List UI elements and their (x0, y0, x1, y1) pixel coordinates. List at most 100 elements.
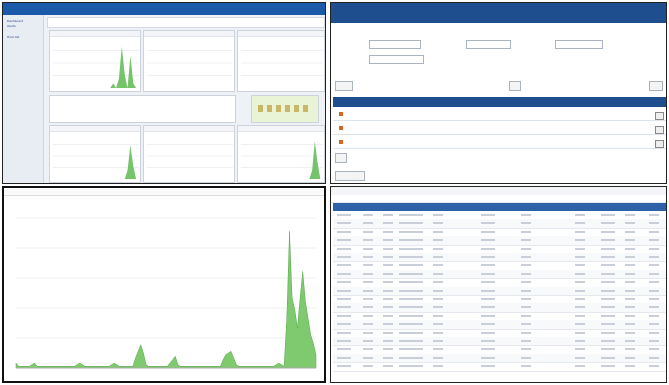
grid-cell (413, 230, 423, 233)
dashboard-chart-panel (49, 125, 141, 183)
table-row[interactable] (333, 137, 666, 149)
grid-cell (649, 222, 659, 225)
grid-cell (481, 323, 495, 326)
filter-input-2[interactable] (466, 40, 511, 49)
mini-area-series (241, 141, 323, 179)
grid-cell (521, 306, 531, 309)
grid-cell (337, 306, 351, 309)
status-tile[interactable] (267, 105, 272, 112)
dashboard-chart-panel (237, 30, 325, 92)
add-button[interactable] (509, 81, 521, 91)
status-tile[interactable] (258, 105, 263, 112)
grid-cell (649, 306, 659, 309)
row-type-icon (339, 126, 343, 130)
grid-row[interactable] (333, 362, 666, 372)
sidebar-item[interactable]: Alerts (7, 24, 16, 28)
grid-cell (337, 239, 351, 242)
grid-cell (649, 365, 659, 368)
grid-cell (363, 281, 373, 284)
grid-cell (433, 272, 443, 275)
bottom-button[interactable] (335, 171, 365, 181)
filter-select-2[interactable] (555, 40, 603, 49)
grid-cell (649, 356, 659, 359)
grid-cell (481, 340, 495, 342)
grid-cell (399, 331, 413, 334)
grid-cell (383, 331, 393, 334)
log-window (330, 186, 667, 383)
grid-cell (649, 272, 659, 275)
pager-prev[interactable] (335, 153, 347, 163)
grid-cell (363, 331, 373, 334)
edit-icon[interactable] (655, 140, 664, 148)
grid-cell (399, 272, 413, 275)
grid-cell (337, 289, 351, 292)
edit-icon[interactable] (655, 126, 664, 134)
grid-cell (363, 356, 373, 359)
grid-cell (521, 272, 531, 275)
traffic-area-chart (15, 217, 317, 369)
grid-cell (521, 340, 531, 342)
query-button[interactable] (335, 81, 353, 91)
grid-cell (383, 230, 393, 233)
grid-cell (601, 331, 615, 334)
status-tile[interactable] (303, 105, 308, 112)
table-row[interactable] (333, 109, 666, 121)
grid-cell (399, 306, 413, 309)
grid-cell (399, 222, 413, 225)
grid-cell (363, 365, 373, 368)
grid-cell (337, 365, 351, 368)
grid-cell (625, 298, 635, 300)
sidebar-item[interactable]: Dashboard (7, 19, 23, 23)
grid-cell (433, 340, 443, 342)
sidebar-item[interactable]: Host list (7, 35, 19, 39)
edit-icon[interactable] (655, 112, 664, 120)
grid-cell (521, 314, 531, 317)
grid-cell (363, 348, 373, 351)
grid-cell (337, 214, 351, 216)
grid-cell (521, 348, 531, 351)
row-type-icon (339, 112, 343, 116)
dashboard-chart-panel (143, 125, 235, 183)
grid-cell (363, 306, 373, 309)
grid-cell (363, 230, 373, 233)
grid-cell (383, 281, 393, 284)
grid-cell (433, 281, 443, 284)
status-tile[interactable] (285, 105, 290, 112)
grid-cell (649, 239, 659, 242)
grid-cell (413, 239, 423, 242)
grid-cell (601, 314, 615, 317)
grid-cell (575, 298, 585, 300)
status-tile[interactable] (294, 105, 299, 112)
grid-cell (433, 264, 443, 267)
grid-cell (575, 314, 585, 317)
grid-cell (399, 247, 413, 250)
grid-cell (383, 256, 393, 258)
grid-cell (481, 239, 495, 242)
grid-cell (383, 348, 393, 351)
grid-cell (575, 222, 585, 225)
grid-cell (433, 289, 443, 292)
grid-cell (649, 281, 659, 284)
grid-cell (601, 340, 615, 342)
filter-input-3[interactable] (369, 55, 424, 64)
grid-cell (337, 281, 351, 284)
breadcrumb (47, 17, 325, 28)
grid-cell (521, 239, 531, 242)
row-type-icon (339, 140, 343, 144)
grid-cell (601, 306, 615, 309)
grid-cell (383, 306, 393, 309)
grid-cell (601, 256, 615, 258)
grid-cell (575, 230, 585, 233)
status-tile[interactable] (276, 105, 281, 112)
grid-cell (383, 314, 393, 317)
grid-cell (433, 239, 443, 242)
export-button[interactable] (649, 81, 663, 91)
table-row[interactable] (333, 123, 666, 135)
grid-cell (433, 348, 443, 351)
filter-select-1[interactable] (369, 40, 421, 49)
grid-cell (481, 264, 495, 267)
grid-cell (383, 239, 393, 242)
grid-cell (363, 323, 373, 326)
grid-cell (481, 298, 495, 300)
grid-cell (363, 214, 373, 216)
